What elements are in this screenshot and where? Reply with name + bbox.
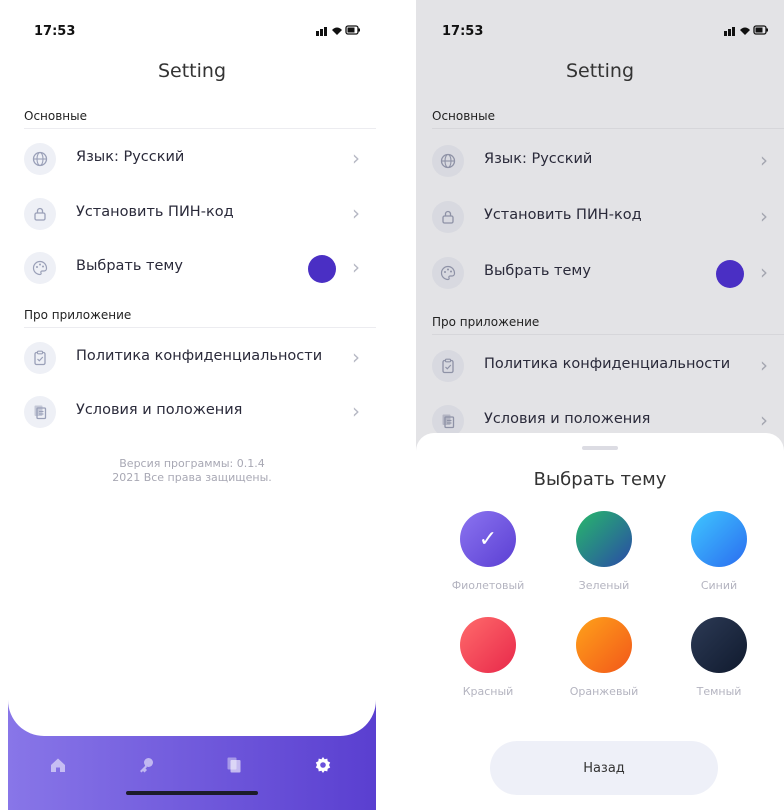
chevron-right-icon: › (760, 353, 768, 377)
divider (432, 128, 784, 129)
palette-icon (24, 252, 56, 284)
status-bar: 17:53 (416, 22, 784, 42)
sheet-drag-handle[interactable] (582, 446, 618, 450)
back-button[interactable]: Назад (490, 741, 718, 795)
theme-label: Синий (700, 579, 738, 592)
chevron-right-icon: › (760, 260, 768, 284)
clipboard-icon (24, 342, 56, 374)
page-title: Setting (565, 60, 635, 82)
theme-option-green[interactable]: Зеленый (554, 511, 654, 592)
divider (24, 327, 376, 328)
section-main-label: Основные (432, 109, 496, 123)
pin-row[interactable]: Установить ПИН-код › (432, 195, 774, 239)
theme-row[interactable]: Выбрать тему › (432, 251, 774, 295)
pin-row[interactable]: Установить ПИН-код › (24, 192, 366, 236)
terms-label: Условия и положения (484, 411, 651, 427)
palette-icon (432, 257, 464, 289)
language-label: Язык: Русский (484, 151, 593, 167)
chevron-right-icon: › (352, 201, 360, 225)
theme-bottom-sheet: Выбрать тему ✓ Фиолетовый Зеленый Синий … (416, 433, 784, 810)
privacy-label: Политика конфиденциальности (484, 356, 731, 372)
theme-label: Фиолетовый (451, 579, 525, 592)
page-title: Setting (157, 60, 227, 82)
pin-label: Установить ПИН-код (76, 204, 234, 220)
chevron-right-icon: › (760, 408, 768, 432)
theme-swatch (460, 617, 516, 673)
status-time: 17:53 (34, 24, 76, 39)
lock-icon (432, 201, 464, 233)
section-main-label: Основные (24, 109, 88, 123)
theme-option-violet[interactable]: ✓ Фиолетовый (438, 511, 538, 592)
chevron-right-icon: › (760, 204, 768, 228)
current-theme-swatch (716, 260, 744, 288)
chevron-right-icon: › (352, 255, 360, 279)
status-icons (316, 24, 362, 39)
theme-label: Выбрать тему (76, 258, 183, 274)
theme-picker-screen: 17:53 Setting Основные Язык: Русский › У… (416, 0, 784, 810)
version-info: Версия программы: 0.1.4 2021 Все права з… (8, 457, 376, 485)
theme-swatch (691, 617, 747, 673)
globe-icon (24, 143, 56, 175)
terms-label: Условия и положения (76, 402, 243, 418)
content-card-bottom (8, 600, 376, 736)
gear-icon[interactable] (313, 755, 333, 780)
status-time: 17:53 (442, 24, 484, 39)
terms-row[interactable]: Условия и положения › (24, 390, 366, 434)
check-icon: ✓ (478, 526, 498, 552)
pin-label: Установить ПИН-код (484, 207, 642, 223)
privacy-label: Политика конфиденциальности (76, 348, 323, 364)
home-indicator (126, 791, 258, 795)
status-icons (724, 24, 770, 39)
theme-swatch (576, 617, 632, 673)
home-icon[interactable] (48, 755, 68, 780)
lock-icon (24, 198, 56, 230)
divider (24, 128, 376, 129)
key-icon[interactable] (136, 755, 156, 780)
theme-label: Красный (462, 685, 514, 698)
privacy-row[interactable]: Политика конфиденциальности › (432, 344, 774, 388)
chevron-right-icon: › (352, 146, 360, 170)
theme-option-red[interactable]: Красный (438, 617, 538, 698)
theme-label: Выбрать тему (484, 263, 591, 279)
sheet-title: Выбрать тему (533, 469, 667, 490)
theme-row[interactable]: Выбрать тему › (24, 246, 366, 290)
chevron-right-icon: › (352, 345, 360, 369)
theme-option-dark[interactable]: Темный (669, 617, 769, 698)
theme-swatch (576, 511, 632, 567)
current-theme-swatch (308, 255, 336, 283)
theme-label: Темный (696, 685, 742, 698)
theme-swatch (691, 511, 747, 567)
divider (432, 334, 784, 335)
globe-icon (432, 145, 464, 177)
status-bar: 17:53 (8, 22, 376, 42)
document-icon (24, 396, 56, 428)
version-text: Версия программы: 0.1.4 (119, 457, 265, 470)
theme-swatch: ✓ (460, 511, 516, 567)
theme-option-blue[interactable]: Синий (669, 511, 769, 592)
section-about-label: Про приложение (24, 308, 132, 322)
language-row[interactable]: Язык: Русский › (24, 137, 366, 181)
settings-screen: 17:53 Setting Основные Язык: Русский › У… (8, 0, 376, 810)
chevron-right-icon: › (760, 148, 768, 172)
theme-label: Зеленый (578, 579, 630, 592)
language-row[interactable]: Язык: Русский › (432, 139, 774, 183)
theme-label: Оранжевый (569, 685, 639, 698)
documents-icon[interactable] (224, 755, 244, 780)
chevron-right-icon: › (352, 399, 360, 423)
copyright-text: 2021 Все права защищены. (112, 471, 272, 484)
section-about-label: Про приложение (432, 315, 540, 329)
theme-option-orange[interactable]: Оранжевый (554, 617, 654, 698)
privacy-row[interactable]: Политика конфиденциальности › (24, 336, 366, 380)
clipboard-icon (432, 350, 464, 382)
language-label: Язык: Русский (76, 149, 185, 165)
